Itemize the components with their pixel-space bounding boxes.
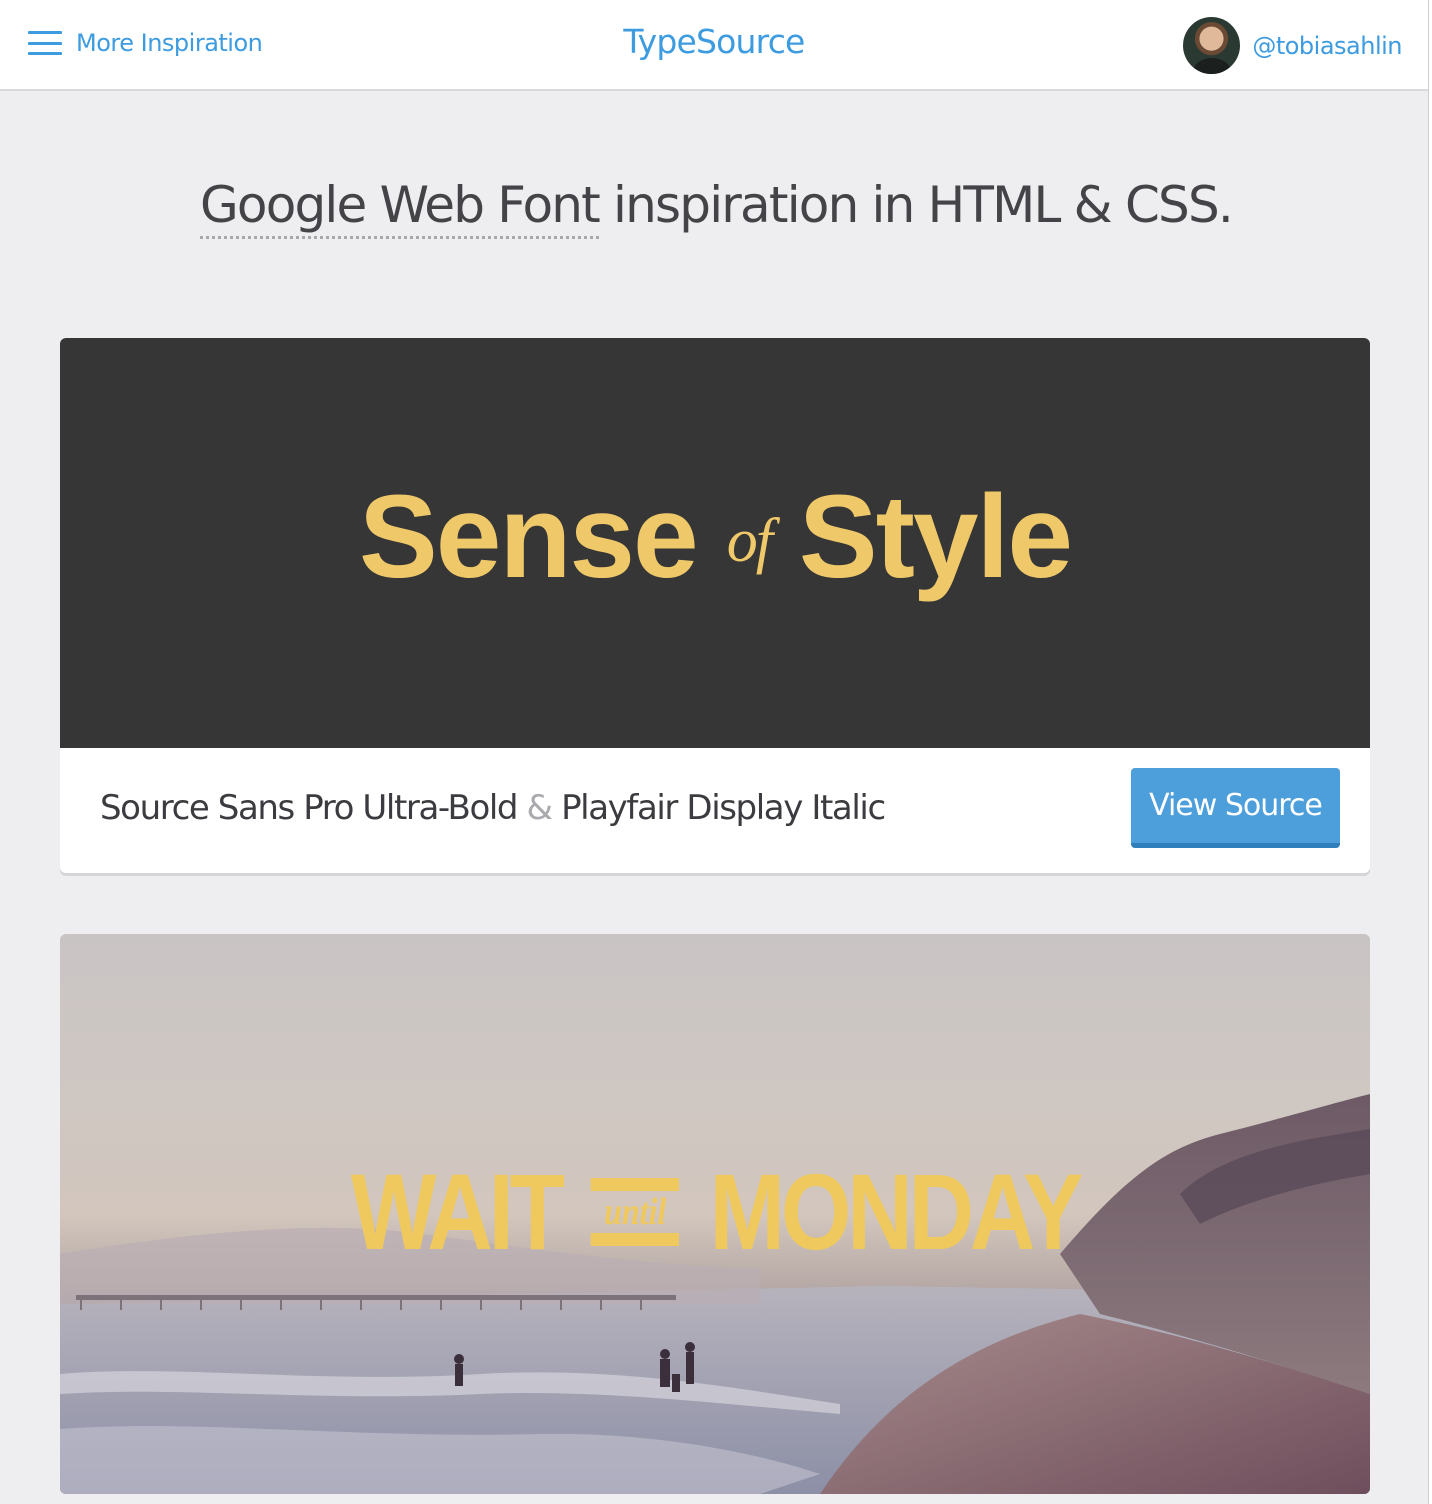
hero-typography-beach: WAIT until MONDAY (165, 1149, 1265, 1274)
hero-word-monday: MONDAY (709, 1151, 1083, 1272)
card-hero-preview: Sense of Style (60, 338, 1370, 748)
google-web-font-tooltip-term[interactable]: Google Web Font (199, 176, 601, 239)
hero-word-of: of (726, 506, 773, 575)
hero-typography: Sense of Style (359, 469, 1073, 605)
beach-background-image: WAIT until MONDAY (60, 934, 1370, 1494)
view-source-button[interactable]: View Source (1131, 768, 1340, 848)
avatar (1183, 17, 1241, 74)
page-headline: Google Web Font inspiration in HTML & CS… (0, 176, 1432, 239)
font-primary-name: Source Sans Pro Ultra-Bold (100, 788, 519, 828)
hero-word-wait: WAIT (350, 1151, 565, 1272)
card-footer: Source Sans Pro Ultra-Bold & Playfair Di… (60, 748, 1370, 870)
headline-rest: inspiration in HTML & CSS. (598, 176, 1234, 234)
brand-link[interactable]: TypeSource (623, 22, 805, 61)
hero-word-sense: Sense (359, 471, 699, 603)
hero-word-style: Style (798, 471, 1073, 603)
user-profile-link[interactable]: @tobiasahlin (1183, 17, 1402, 74)
font-secondary-name: Playfair Display Italic (561, 788, 886, 828)
font-pairing-card: Sense of Style Source Sans Pro Ultra-Bol… (60, 338, 1370, 873)
top-navigation-bar: More Inspiration TypeSource @tobiasahlin (0, 0, 1428, 91)
hero-until-badge: until (591, 1177, 680, 1246)
username-label: @tobiasahlin (1252, 31, 1402, 60)
font-names: Source Sans Pro Ultra-Bold & Playfair Di… (100, 788, 886, 828)
font-separator: & (526, 788, 554, 828)
window-scrollbar[interactable] (1428, 0, 1432, 1504)
font-pairing-card-beach: WAIT until MONDAY (60, 934, 1370, 1494)
hero-word-until: until (604, 1190, 667, 1233)
